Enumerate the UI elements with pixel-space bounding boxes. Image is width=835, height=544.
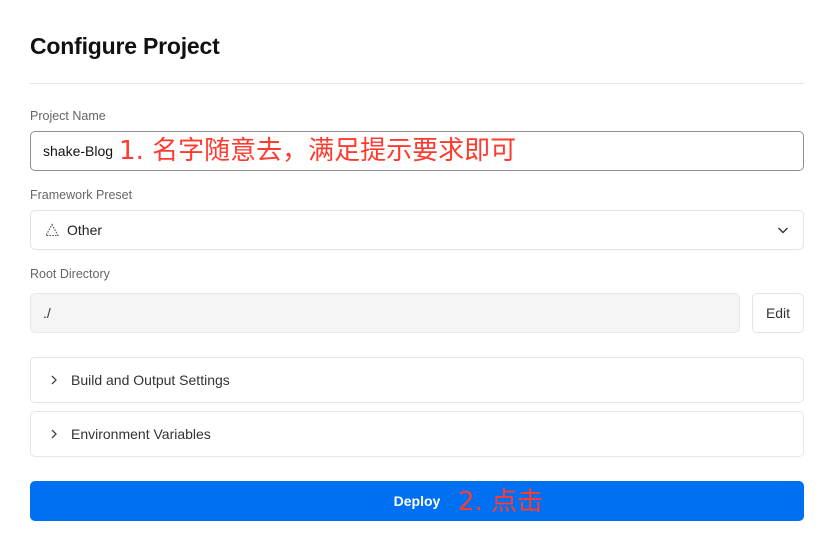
page-title: Configure Project (30, 33, 220, 59)
header-divider (30, 83, 804, 84)
root-directory-input[interactable]: ./ (30, 293, 740, 333)
edit-root-directory-button[interactable]: Edit (752, 293, 804, 333)
project-name-annotation: 1. 名字随意去，满足提示要求即可 (119, 136, 517, 166)
framework-preset-label: Framework Preset (30, 188, 133, 202)
chevron-down-icon (778, 227, 788, 234)
chevron-right-icon (51, 429, 57, 439)
framework-preset-select[interactable]: Other (30, 210, 804, 250)
edit-button-label: Edit (765, 305, 791, 321)
project-name-input[interactable]: shake-Blog 1. 名字随意去，满足提示要求即可 (30, 131, 804, 171)
root-directory-value: ./ (43, 305, 51, 321)
build-output-settings-label: Build and Output Settings (71, 372, 230, 388)
project-name-value: shake-Blog (43, 143, 114, 159)
deploy-button[interactable]: Deploy (30, 481, 804, 521)
chevron-right-icon (51, 375, 57, 385)
environment-variables-label: Environment Variables (71, 426, 211, 442)
framework-preset-value: Other (67, 222, 103, 238)
build-output-settings-toggle[interactable]: Build and Output Settings (30, 357, 804, 403)
triangle-icon (45, 223, 59, 237)
environment-variables-toggle[interactable]: Environment Variables (30, 411, 804, 457)
root-directory-label: Root Directory (30, 267, 110, 281)
deploy-annotation: 2. 点击 (458, 487, 544, 517)
deploy-button-label: Deploy (393, 493, 441, 509)
project-name-label: Project Name (30, 109, 106, 123)
